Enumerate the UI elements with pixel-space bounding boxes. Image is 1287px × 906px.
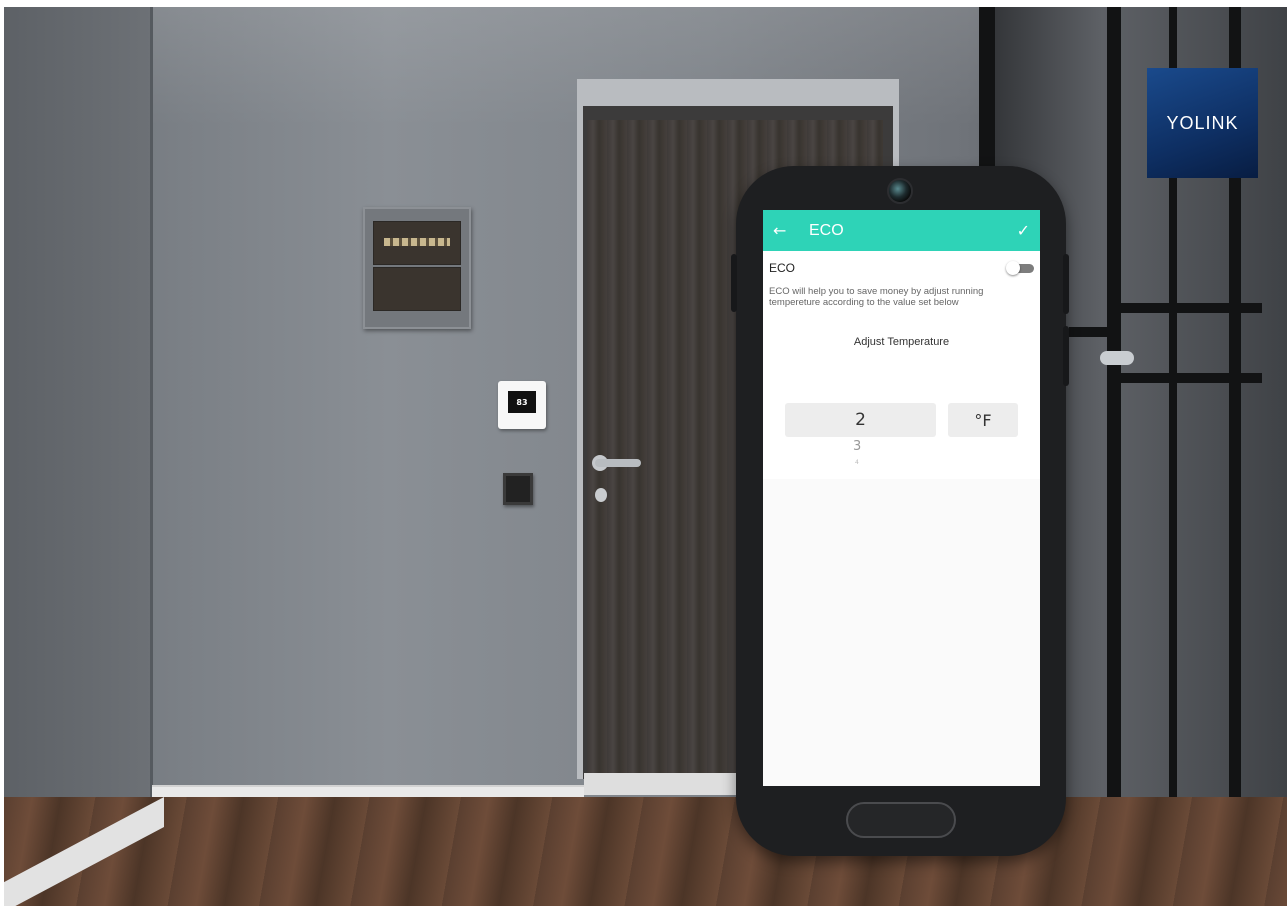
thermostat-display: 83 — [508, 391, 536, 413]
room-photo: 83 — [4, 7, 1287, 906]
glass-door-rail-3 — [1069, 327, 1109, 337]
wall-thermostat: 83 — [498, 381, 546, 429]
temperature-value-picker[interactable]: 2 — [785, 403, 936, 437]
wall-corner — [150, 7, 153, 797]
smartphone: ← ECO ✓ ECO ECO will help you to save mo… — [731, 166, 1069, 856]
glass-door-rail-1 — [1121, 303, 1262, 313]
brand-logo: YOLINK — [1147, 68, 1258, 178]
phone-screen: ← ECO ✓ ECO ECO will help you to save mo… — [763, 210, 1040, 786]
wood-floor — [4, 797, 1287, 906]
arrow-left-icon[interactable]: ← — [773, 222, 795, 239]
left-wall — [4, 7, 152, 827]
baseboard-right — [584, 773, 744, 795]
breaker-panel-upper — [373, 221, 461, 265]
eco-toggle-thumb — [1006, 261, 1020, 275]
eco-settings: ECO ECO will help you to save money by a… — [763, 251, 1040, 479]
door-lock — [595, 488, 607, 502]
eco-toggle[interactable] — [1006, 261, 1034, 275]
home-button[interactable] — [846, 802, 956, 838]
wall-switch — [503, 473, 533, 505]
app-header: ← ECO ✓ — [763, 210, 1040, 251]
picker-next-value-2[interactable]: 4 — [855, 459, 859, 466]
adjust-temperature-title: Adjust Temperature — [853, 336, 950, 348]
page-title: ECO — [809, 221, 844, 239]
temperature-unit-picker[interactable]: °F — [948, 403, 1018, 437]
glass-door-rail-2 — [1121, 373, 1262, 383]
picker-next-value[interactable]: 3 — [853, 439, 861, 454]
volume-button — [731, 254, 737, 312]
breaker-switches — [384, 238, 450, 246]
glass-door-knob — [1100, 351, 1134, 365]
temperature-picker: 2 °F — [785, 403, 1021, 437]
glass-door-frame-mid — [1107, 7, 1121, 906]
breaker-panel — [363, 207, 471, 329]
door-handle — [595, 459, 641, 467]
eco-toggle-row: ECO — [763, 251, 1040, 275]
front-camera-icon — [887, 178, 913, 204]
check-icon[interactable]: ✓ — [1017, 221, 1030, 240]
side-button-lower — [1063, 326, 1069, 386]
eco-label: ECO — [769, 261, 796, 275]
side-button-upper — [1063, 254, 1069, 314]
breaker-panel-lower — [373, 267, 461, 311]
eco-description: ECO will help you to save money by adjus… — [769, 286, 984, 308]
